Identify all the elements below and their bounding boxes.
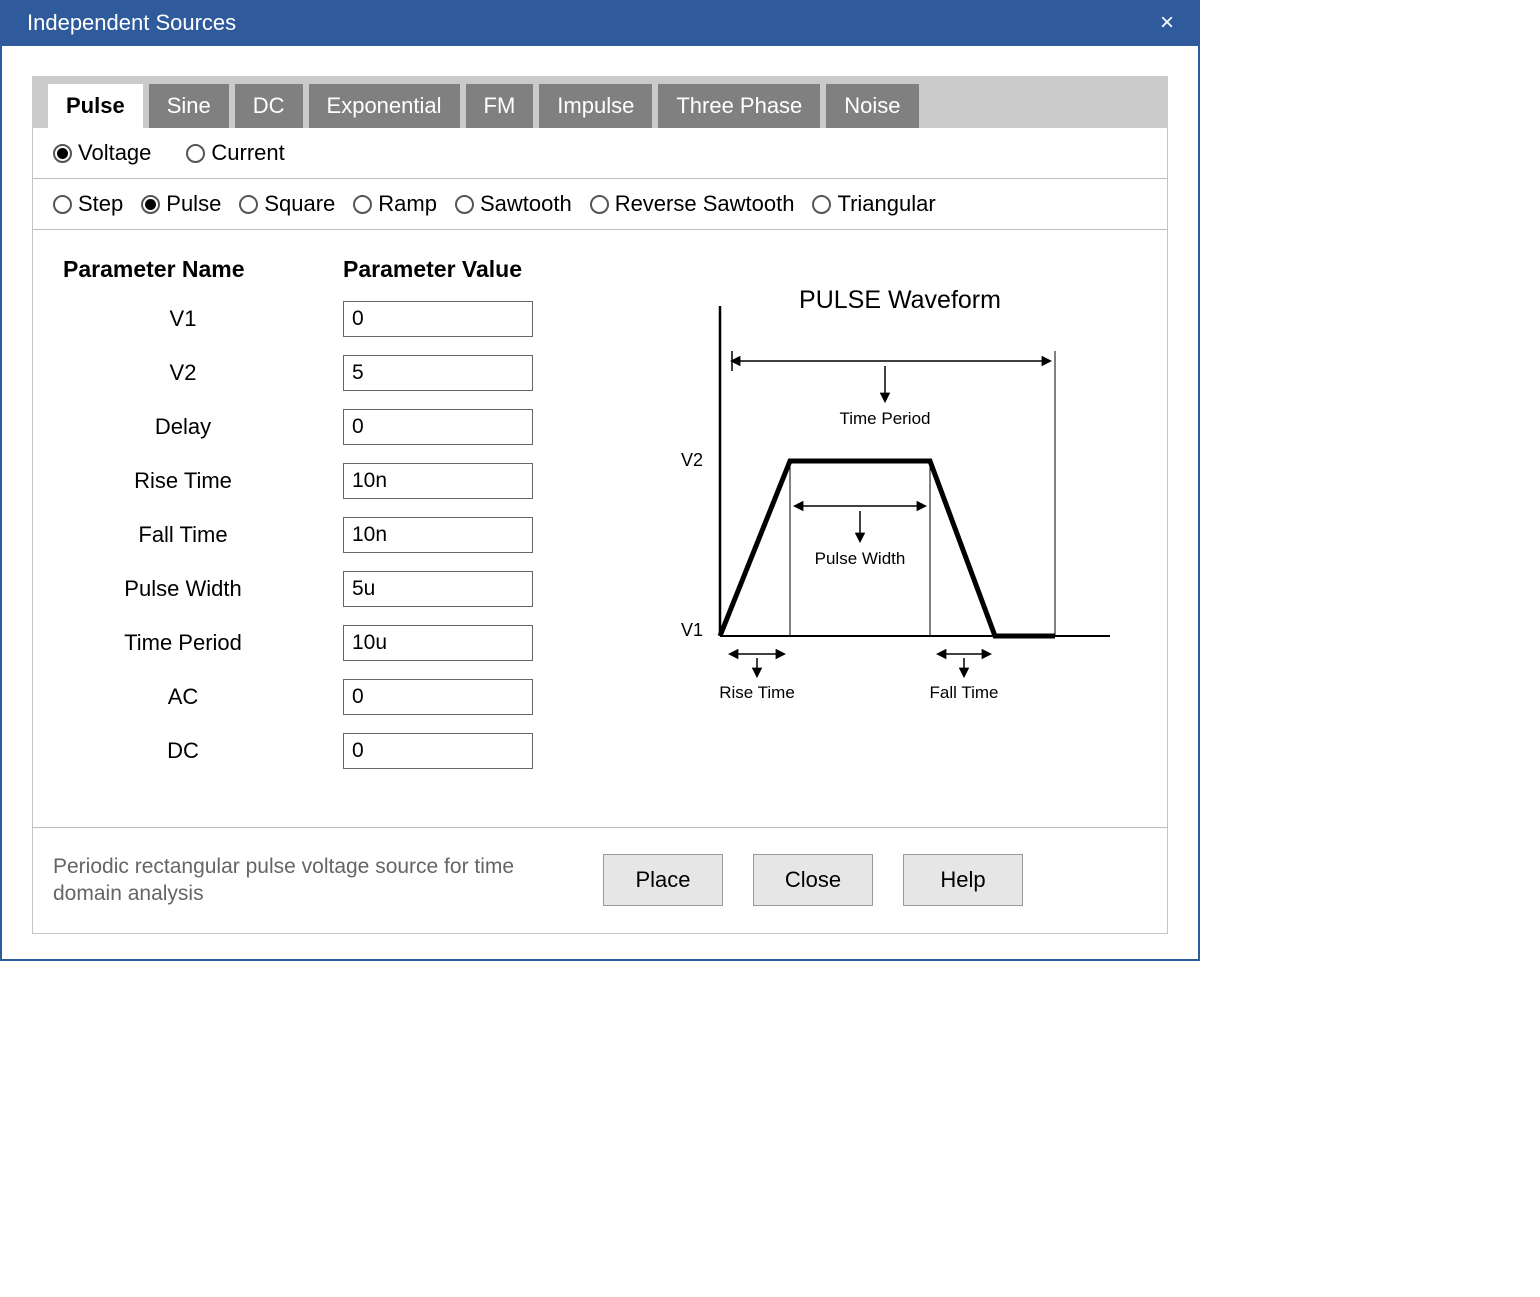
param-label: Rise Time xyxy=(63,468,343,494)
waveform-diagram: PULSE Waveform V2 V1 xyxy=(613,256,1167,787)
close-button[interactable]: Close xyxy=(753,854,873,906)
radio-square[interactable]: Square xyxy=(239,191,335,217)
radio-reverse-sawtooth[interactable]: Reverse Sawtooth xyxy=(590,191,795,217)
param-row-v2: V2 xyxy=(63,355,613,391)
dialog-window: Independent Sources × Pulse Sine DC Expo… xyxy=(0,0,1200,961)
param-row-pulse-width: Pulse Width xyxy=(63,571,613,607)
diagram-title: PULSE Waveform xyxy=(799,286,1001,314)
param-row-time-period: Time Period xyxy=(63,625,613,661)
param-label: V2 xyxy=(63,360,343,386)
param-input-fall-time[interactable] xyxy=(343,517,533,553)
param-input-ac[interactable] xyxy=(343,679,533,715)
tab-fm[interactable]: FM xyxy=(466,84,534,128)
param-row-ac: AC xyxy=(63,679,613,715)
tab-pulse[interactable]: Pulse xyxy=(48,84,143,128)
window-content: Pulse Sine DC Exponential FM Impulse Thr… xyxy=(2,46,1198,959)
param-input-pulse-width[interactable] xyxy=(343,571,533,607)
diagram-rise-time-label: Rise Time xyxy=(719,683,795,702)
radio-step-label: Step xyxy=(78,191,123,217)
radio-icon xyxy=(455,195,474,214)
radio-icon xyxy=(186,144,205,163)
param-row-fall-time: Fall Time xyxy=(63,517,613,553)
param-label: AC xyxy=(63,684,343,710)
radio-triangular-label: Triangular xyxy=(837,191,935,217)
param-row-v1: V1 xyxy=(63,301,613,337)
diagram-v1-label: V1 xyxy=(681,620,703,640)
param-label: Delay xyxy=(63,414,343,440)
diagram-v2-label: V2 xyxy=(681,450,703,470)
footer-description: Periodic rectangular pulse voltage sourc… xyxy=(53,853,573,908)
radio-icon xyxy=(53,195,72,214)
param-row-dc: DC xyxy=(63,733,613,769)
tab-sine[interactable]: Sine xyxy=(149,84,229,128)
tab-impulse[interactable]: Impulse xyxy=(539,84,652,128)
diagram-time-period-label: Time Period xyxy=(839,409,930,428)
param-label: Fall Time xyxy=(63,522,343,548)
radio-pulse-label: Pulse xyxy=(166,191,221,217)
waveform-row: Step Pulse Square Ramp Sawtooth xyxy=(33,179,1167,230)
window-title: Independent Sources xyxy=(27,10,236,36)
radio-icon xyxy=(353,195,372,214)
tab-dc[interactable]: DC xyxy=(235,84,303,128)
place-button[interactable]: Place xyxy=(603,854,723,906)
parameter-header: Parameter Name Parameter Value xyxy=(63,256,613,283)
param-row-delay: Delay xyxy=(63,409,613,445)
param-label: DC xyxy=(63,738,343,764)
header-parameter-value: Parameter Value xyxy=(343,256,613,283)
param-label: Pulse Width xyxy=(63,576,343,602)
diagram-fall-time-label: Fall Time xyxy=(930,683,999,702)
radio-icon xyxy=(239,195,258,214)
parameter-area: Parameter Name Parameter Value V1 V2 Del… xyxy=(33,230,1167,828)
radio-step[interactable]: Step xyxy=(53,191,123,217)
radio-icon xyxy=(590,195,609,214)
tab-three-phase[interactable]: Three Phase xyxy=(658,84,820,128)
param-input-rise-time[interactable] xyxy=(343,463,533,499)
param-input-delay[interactable] xyxy=(343,409,533,445)
help-button[interactable]: Help xyxy=(903,854,1023,906)
window-titlebar: Independent Sources × xyxy=(2,2,1198,46)
source-type-row: Voltage Current xyxy=(33,128,1167,179)
radio-ramp[interactable]: Ramp xyxy=(353,191,437,217)
tab-exponential[interactable]: Exponential xyxy=(309,84,460,128)
radio-sawtooth[interactable]: Sawtooth xyxy=(455,191,572,217)
radio-voltage[interactable]: Voltage xyxy=(53,140,151,166)
close-icon[interactable]: × xyxy=(1152,11,1182,35)
radio-reverse-sawtooth-label: Reverse Sawtooth xyxy=(615,191,795,217)
param-input-v1[interactable] xyxy=(343,301,533,337)
param-label: Time Period xyxy=(63,630,343,656)
diagram-pulse-width-label: Pulse Width xyxy=(815,549,906,568)
param-input-time-period[interactable] xyxy=(343,625,533,661)
param-label: V1 xyxy=(63,306,343,332)
param-input-v2[interactable] xyxy=(343,355,533,391)
radio-ramp-label: Ramp xyxy=(378,191,437,217)
radio-voltage-label: Voltage xyxy=(78,140,151,166)
parameter-table: Parameter Name Parameter Value V1 V2 Del… xyxy=(63,256,613,787)
radio-square-label: Square xyxy=(264,191,335,217)
radio-current[interactable]: Current xyxy=(186,140,284,166)
radio-triangular[interactable]: Triangular xyxy=(812,191,935,217)
dialog-footer: Periodic rectangular pulse voltage sourc… xyxy=(33,828,1167,933)
radio-current-label: Current xyxy=(211,140,284,166)
radio-icon xyxy=(812,195,831,214)
param-row-rise-time: Rise Time xyxy=(63,463,613,499)
radio-sawtooth-label: Sawtooth xyxy=(480,191,572,217)
radio-icon xyxy=(53,144,72,163)
radio-icon xyxy=(141,195,160,214)
tab-noise[interactable]: Noise xyxy=(826,84,918,128)
header-parameter-name: Parameter Name xyxy=(63,256,343,283)
param-input-dc[interactable] xyxy=(343,733,533,769)
radio-pulse[interactable]: Pulse xyxy=(141,191,221,217)
tab-panel: Voltage Current Step Pulse xyxy=(32,128,1168,934)
tab-strip: Pulse Sine DC Exponential FM Impulse Thr… xyxy=(32,76,1168,128)
